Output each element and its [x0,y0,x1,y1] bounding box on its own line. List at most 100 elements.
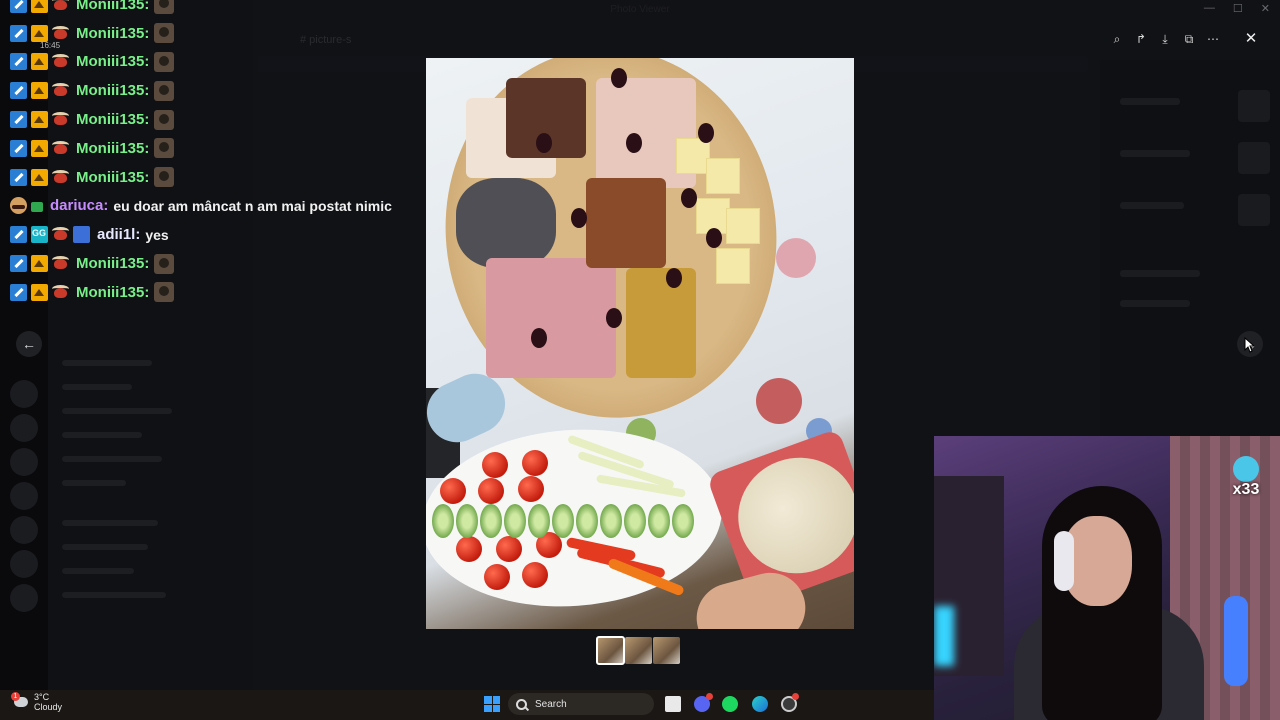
bull-badge-icon [52,53,69,70]
forward-icon[interactable]: ↱ [1132,30,1150,48]
close-icon[interactable]: ✕ [1240,28,1262,50]
cheese-cube [716,248,750,284]
taskbar-search[interactable]: Search [508,693,654,715]
member-thumb [1238,194,1270,226]
weather-desc: Cloudy [34,702,63,712]
member-row[interactable] [1120,98,1180,105]
olive [626,133,642,153]
chat-username[interactable]: Moniii135: [76,169,149,186]
olive [531,328,547,348]
windows-logo-tile [484,704,492,712]
moderator-badge-icon [10,139,27,157]
thumbnail[interactable] [596,636,625,665]
member-row[interactable] [1120,150,1190,157]
maximize-button[interactable]: ☐ [1233,2,1243,15]
crown-badge-icon [31,24,48,42]
cucumber-slice [648,504,670,538]
member-thumb [1238,90,1270,122]
channel-item[interactable] [62,480,126,486]
bull-badge-icon [52,0,69,13]
chat-message: Moniii135: [10,278,480,307]
channel-item[interactable] [62,456,162,462]
chat-username[interactable]: Moniii135: [76,53,149,70]
combo-badge: x33 [1228,456,1264,498]
thumbnail[interactable] [625,637,652,664]
monkey-emote-icon [154,23,175,44]
olive [666,268,682,288]
chat-username[interactable]: Moniii135: [76,25,149,42]
chat-username[interactable]: dariuca: [50,197,108,214]
channel-item[interactable] [62,432,142,438]
monkey-emote-icon [154,109,175,130]
previous-image-button[interactable]: ← [16,331,42,357]
viewed-photo[interactable] [426,58,854,629]
more-icon[interactable]: ⋯ [1204,30,1222,48]
chat-message: dariuca: eu doar am mâncat n am mai posta… [10,192,480,221]
member-row[interactable] [1120,202,1184,209]
olive [571,208,587,228]
cherry-tomato [518,476,544,502]
bull-badge-icon [52,284,69,301]
chat-message-text: yes [145,226,169,243]
zoom-icon[interactable]: ⌕ [1108,30,1126,48]
chat-message: Moniii135: [10,0,480,19]
chat-message: Moniii135: [10,134,480,163]
olive [706,228,722,248]
server-icon[interactable] [10,448,38,476]
chat-username[interactable]: Moniii135: [76,82,149,99]
crown-badge-icon [31,255,48,273]
cheese-cube [706,158,740,194]
download-icon[interactable]: ⤓ [1156,30,1174,48]
monkey-emote-icon [154,253,175,274]
channel-item[interactable] [62,408,172,414]
channel-item[interactable] [62,520,158,526]
chat-message: Moniii135: [10,76,480,105]
moderator-badge-icon [10,111,27,129]
edge-browser-icon[interactable] [752,696,768,712]
chat-username[interactable]: Moniii135: [76,111,149,128]
server-icon[interactable] [10,380,38,408]
headset [1054,531,1074,591]
monkey-emote-icon [154,0,175,15]
webcam-overlay: x33 [934,436,1280,720]
cheese-cube [726,208,760,244]
chat-username[interactable]: Moniii135: [76,0,149,13]
moderator-badge-icon [10,168,27,186]
start-button[interactable] [484,696,500,712]
member-row[interactable] [1120,270,1200,277]
channel-item[interactable] [62,384,132,390]
window-close-button[interactable]: ✕ [1261,2,1270,15]
bull-badge-icon [52,140,69,157]
server-icon[interactable] [10,516,38,544]
server-icon[interactable] [10,414,38,442]
roast-pieces [626,268,696,378]
channel-item[interactable] [62,544,148,550]
server-icon[interactable] [10,482,38,510]
channel-item[interactable] [62,360,152,366]
channel-item[interactable] [62,568,134,574]
weather-widget[interactable]: 1 3°C Cloudy [11,692,63,712]
combo-count: x33 [1232,481,1260,498]
cucumber-slice [552,504,574,538]
minimize-button[interactable]: — [1204,2,1215,15]
cherry-tomato [440,478,466,504]
bull-badge-icon [52,226,69,243]
chat-message: Moniii135: [10,163,480,192]
file-explorer-icon[interactable] [665,696,681,712]
member-row[interactable] [1120,300,1190,307]
bull-badge-icon [52,82,69,99]
thumbnail-strip [596,636,680,665]
monkey-emote-icon [154,282,175,303]
chat-username[interactable]: Moniii135: [76,284,149,301]
server-icon[interactable] [10,550,38,578]
chat-username[interactable]: adii1l: [97,226,140,243]
open-external-icon[interactable]: ⧉ [1180,30,1198,48]
spotify-icon[interactable] [722,696,738,712]
cucumber-slice [528,504,550,538]
cucumber-slice [600,504,622,538]
thumbnail[interactable] [653,637,680,664]
chat-username[interactable]: Moniii135: [76,140,149,157]
server-icon[interactable] [10,584,38,612]
chat-username[interactable]: Moniii135: [76,255,149,272]
channel-item[interactable] [62,592,166,598]
